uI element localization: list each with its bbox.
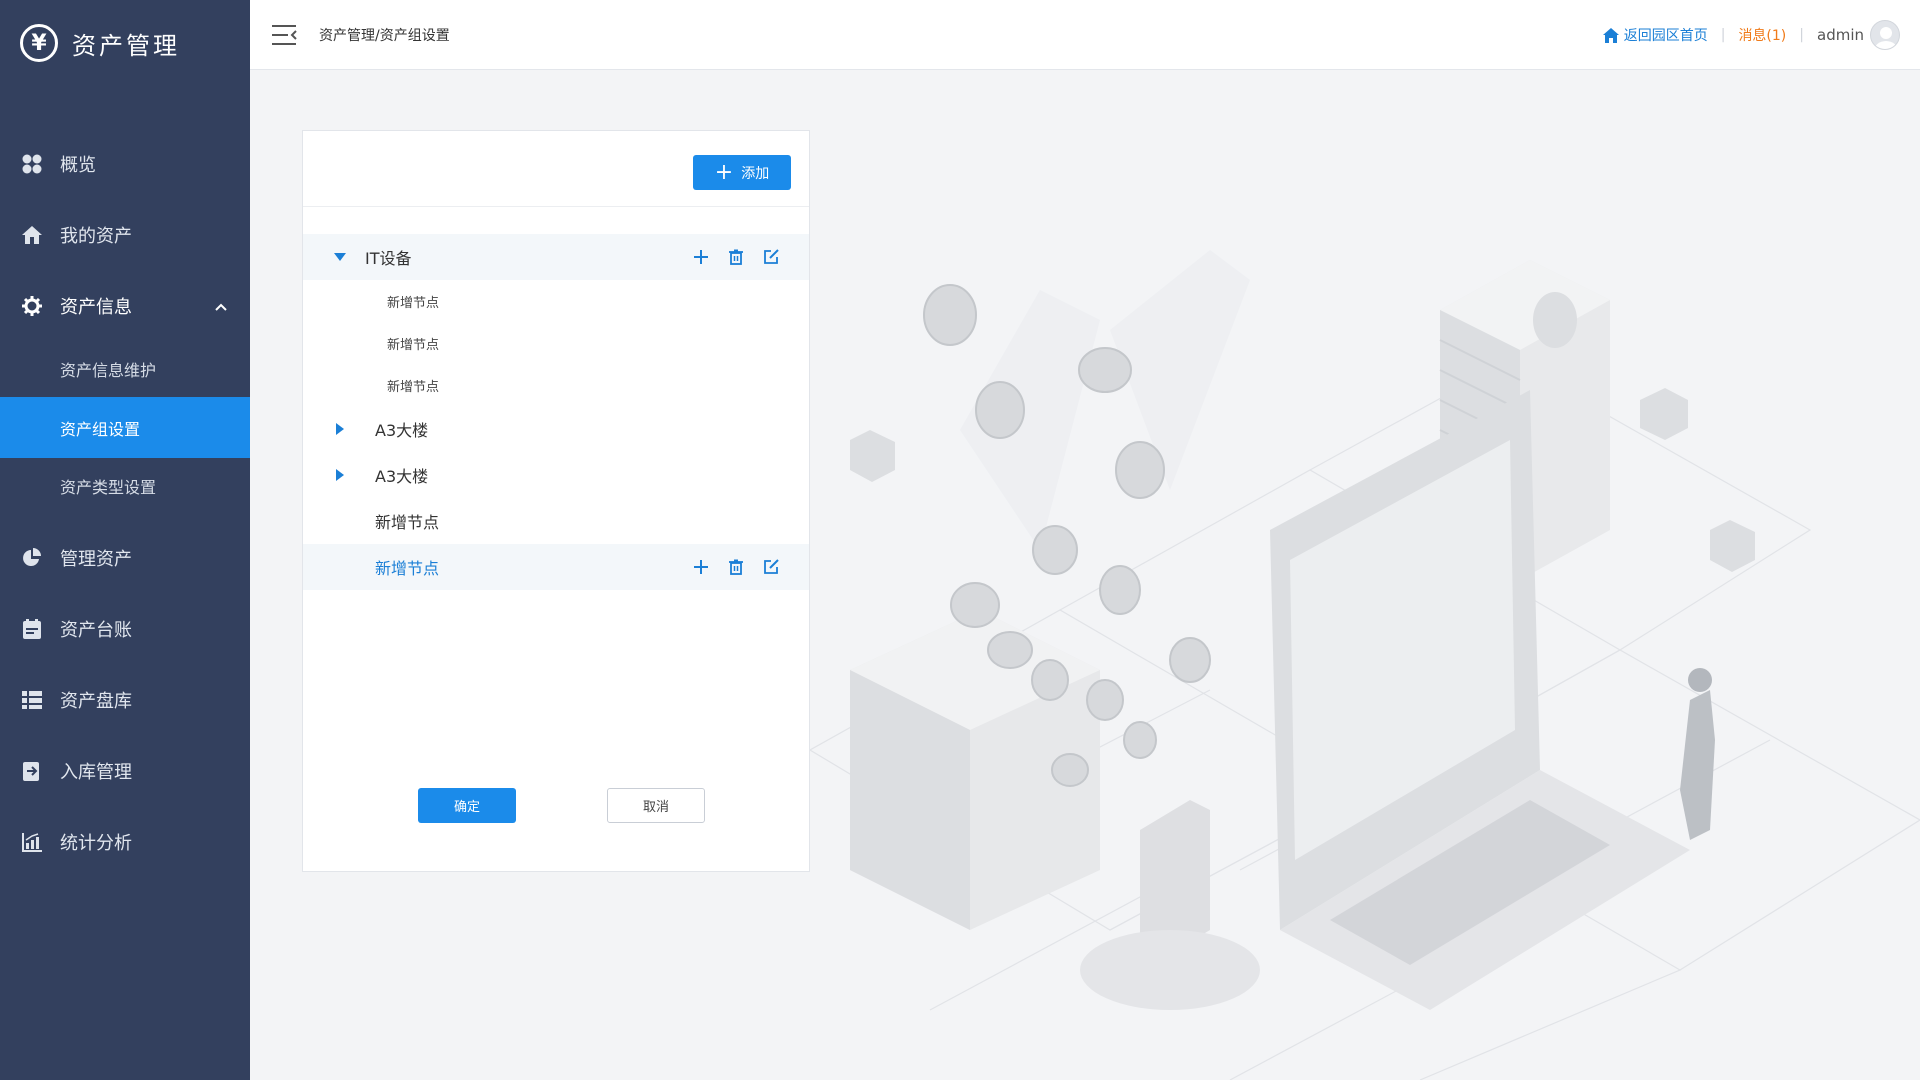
plus-icon: + [714, 159, 734, 185]
add-button[interactable]: + 添加 [693, 155, 791, 190]
sidebar: ¥ 资产管理 概览 我的资产 资产信息 资产信息维护 资产组设置 资产类型设置 … [0, 0, 250, 1080]
home-link-label: 返回园区首页 [1623, 28, 1708, 44]
submenu-item-asset-type-settings[interactable]: 资产类型设置 [0, 458, 250, 514]
list-icon [20, 688, 44, 712]
home-link[interactable]: 返回园区首页 [1602, 25, 1708, 45]
panel-toolbar: + 添加 [303, 131, 809, 207]
yen-logo-icon: ¥ [20, 24, 58, 62]
submenu-item-asset-group-settings[interactable]: 资产组设置 [0, 397, 250, 458]
sidebar-item-label: 概览 [60, 154, 96, 176]
caret-down-icon[interactable] [333, 253, 347, 261]
add-child-icon[interactable] [690, 246, 711, 267]
caret-right-icon[interactable] [333, 423, 347, 435]
edit-icon[interactable] [760, 246, 781, 267]
sidebar-item-label: 资产盘库 [60, 690, 132, 712]
sidebar-item-asset-ledger[interactable]: 资产台账 [0, 593, 250, 664]
tree-node-label: 新增节点 [387, 295, 440, 311]
node-actions [690, 556, 781, 577]
tree-node-it-equipment[interactable]: IT设备 [303, 234, 809, 280]
sidebar-item-overview[interactable]: 概览 [0, 128, 250, 199]
tree-node-label: 新增节点 [387, 379, 440, 395]
submenu-item-asset-info-maintenance[interactable]: 资产信息维护 [0, 341, 250, 397]
messages-link[interactable]: 消息(1) [1738, 25, 1786, 45]
edit-icon[interactable] [760, 556, 781, 577]
calendar-icon [20, 617, 44, 641]
tree-node-label: 新增节点 [375, 513, 440, 532]
overview-icon [20, 152, 44, 176]
tree-node-label: A3大楼 [375, 421, 429, 440]
chevron-up-icon [214, 296, 228, 317]
pie-chart-icon [20, 546, 44, 570]
tree-node-label: A3大楼 [375, 467, 429, 486]
sidebar-menu: 概览 我的资产 资产信息 资产信息维护 资产组设置 资产类型设置 管理资产 资产… [0, 128, 250, 877]
breadcrumb: 资产管理/资产组设置 [319, 27, 450, 44]
add-button-label: 添加 [741, 165, 770, 182]
tree-node-new[interactable]: 新增节点 [303, 498, 809, 544]
tree-child-node[interactable]: 新增节点 [303, 280, 809, 322]
gear-icon [20, 294, 44, 318]
group-tree: IT设备 新增节点 新增节点 新增节点 A3大楼 A3大楼 新增节点 新增节点 [303, 234, 809, 590]
sidebar-item-label: 入库管理 [60, 761, 132, 783]
delete-icon[interactable] [725, 556, 746, 577]
cancel-button[interactable]: 取消 [607, 788, 705, 823]
panel-footer: 确定 取消 [303, 788, 809, 823]
bar-chart-icon [20, 830, 44, 854]
divider: | [1720, 27, 1726, 43]
isometric-illustration [810, 250, 1920, 1080]
brand: ¥ 资产管理 [0, 0, 250, 86]
node-actions [690, 246, 781, 267]
asset-group-panel: + 添加 IT设备 新增节点 新增节点 新增节点 A3大楼 A3大楼 新增节点 … [302, 130, 810, 872]
sidebar-item-label: 管理资产 [60, 548, 132, 570]
tree-node-label: 新增节点 [375, 559, 440, 578]
username[interactable]: admin [1817, 26, 1864, 44]
header-actions: 返回园区首页 | 消息(1) | admin [1602, 0, 1900, 70]
tree-node-label: IT设备 [365, 249, 412, 268]
sidebar-item-asset-inventory[interactable]: 资产盘库 [0, 664, 250, 735]
home-icon [20, 223, 44, 247]
sidebar-item-label: 我的资产 [60, 225, 132, 247]
sidebar-item-my-assets[interactable]: 我的资产 [0, 199, 250, 270]
sidebar-item-statistics[interactable]: 统计分析 [0, 806, 250, 877]
top-header: 资产管理/资产组设置 返回园区首页 | 消息(1) | admin [250, 0, 1920, 70]
add-child-icon[interactable] [690, 556, 711, 577]
sidebar-item-manage-assets[interactable]: 管理资产 [0, 522, 250, 593]
menu-toggle-icon[interactable] [271, 23, 297, 47]
delete-icon[interactable] [725, 246, 746, 267]
confirm-button[interactable]: 确定 [418, 788, 516, 823]
sidebar-item-label: 资产台账 [60, 619, 132, 641]
home-icon [1602, 27, 1619, 43]
tree-node-new-selected[interactable]: 新增节点 [303, 544, 809, 590]
caret-right-icon[interactable] [333, 469, 347, 481]
app-title: 资产管理 [72, 31, 180, 60]
sidebar-item-label: 资产信息 [60, 296, 132, 318]
tree-node-a3-building[interactable]: A3大楼 [303, 406, 809, 452]
divider: | [1799, 27, 1804, 43]
import-icon [20, 759, 44, 783]
sidebar-item-asset-info[interactable]: 资产信息 [0, 270, 250, 341]
avatar[interactable] [1870, 20, 1900, 50]
tree-child-node[interactable]: 新增节点 [303, 364, 809, 406]
tree-node-a3-building[interactable]: A3大楼 [303, 452, 809, 498]
sidebar-item-label: 统计分析 [60, 832, 132, 854]
tree-node-label: 新增节点 [387, 337, 440, 353]
tree-child-node[interactable]: 新增节点 [303, 322, 809, 364]
sidebar-item-warehousing[interactable]: 入库管理 [0, 735, 250, 806]
